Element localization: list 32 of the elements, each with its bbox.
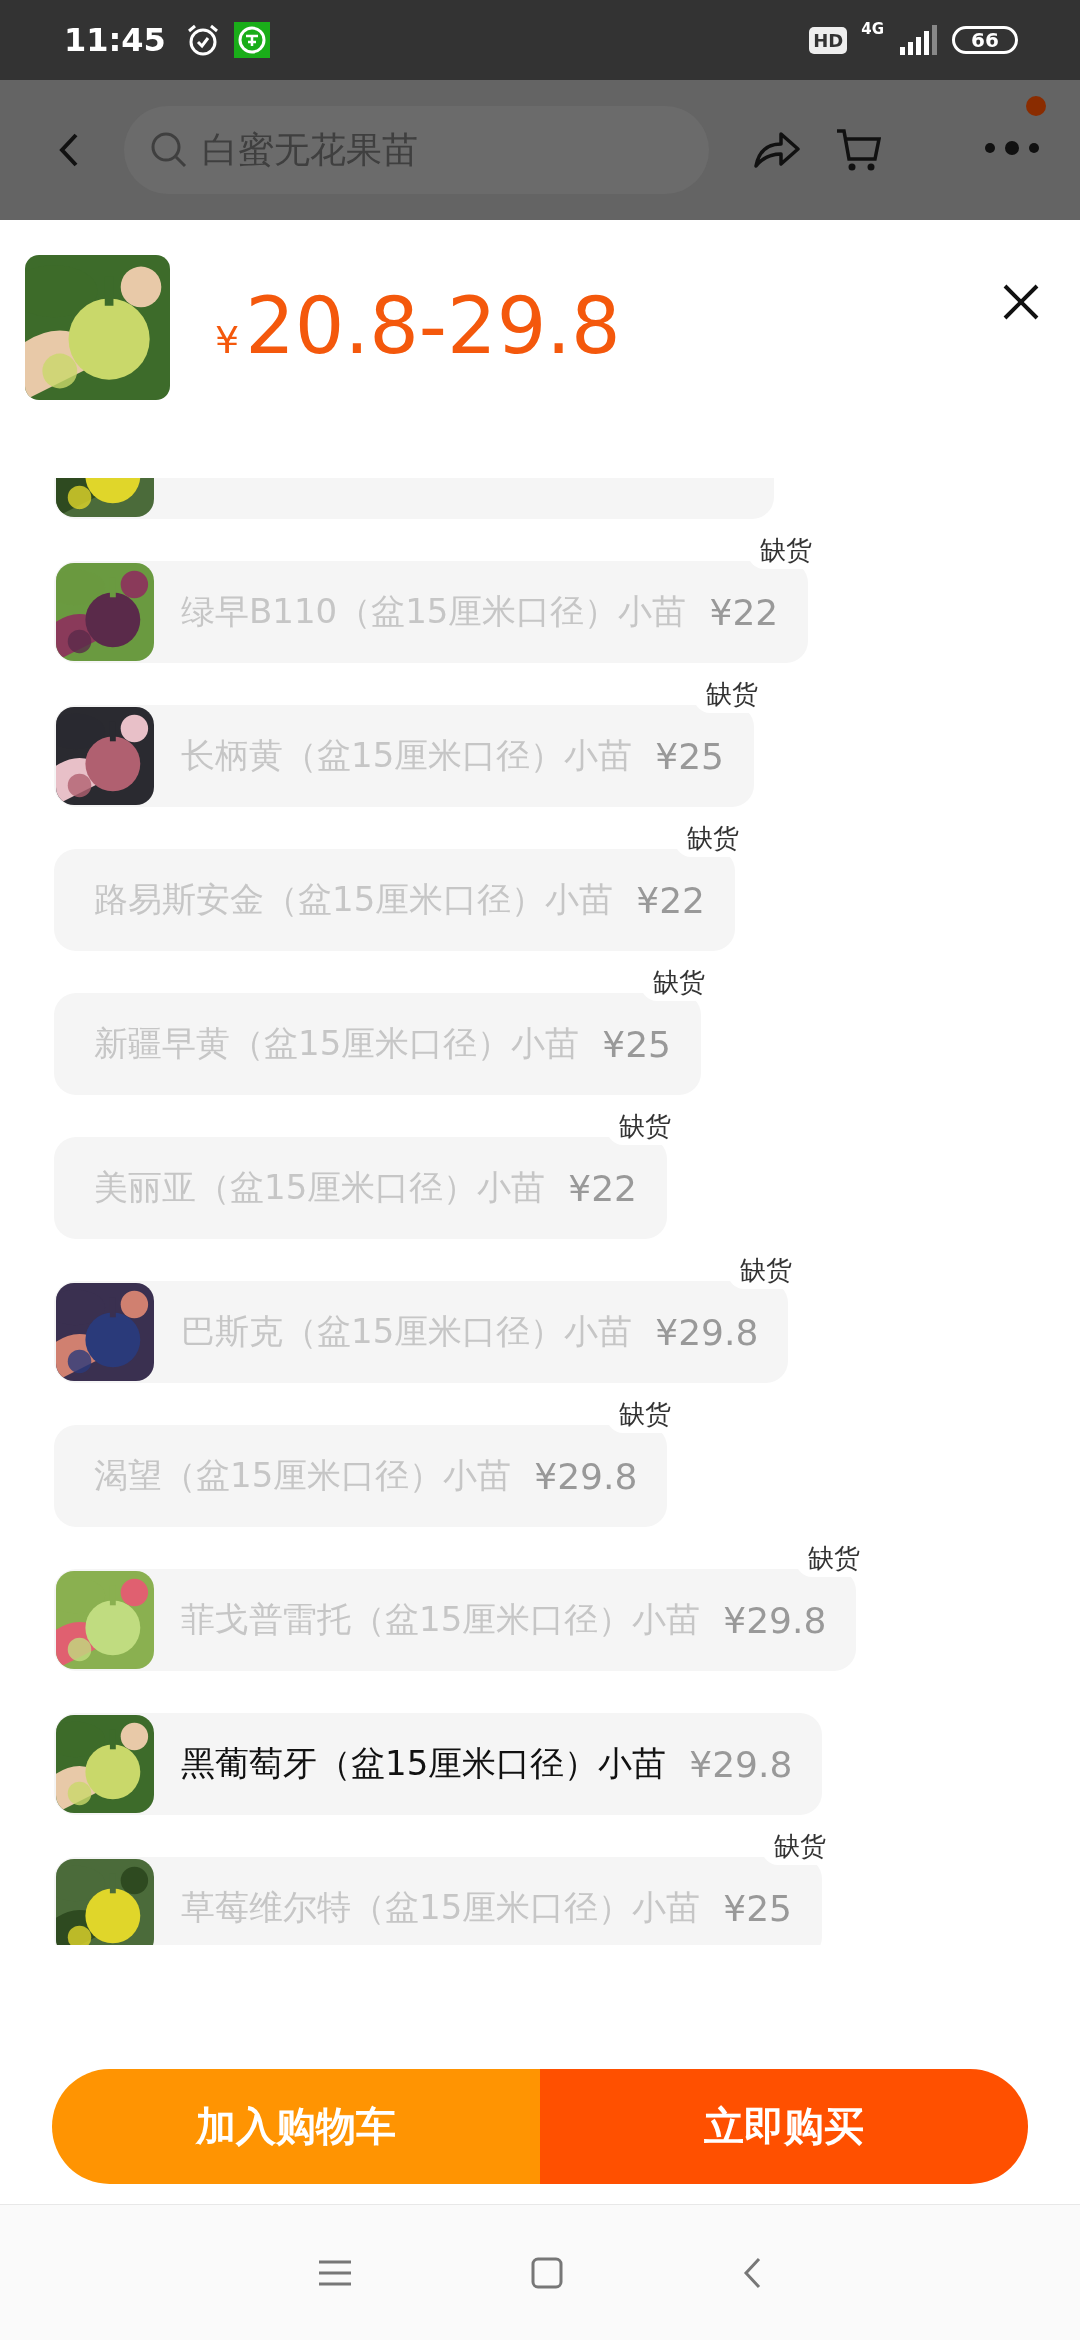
variant-price: ¥25	[723, 1887, 792, 1929]
add-to-cart-button[interactable]: 加入购物车	[52, 2069, 540, 2184]
variant-price: ¥29.8	[534, 1455, 638, 1497]
search-icon	[150, 131, 188, 169]
network-label: 4G	[861, 20, 884, 38]
alarm-icon	[185, 23, 220, 57]
variant-option[interactable]: 黑葡萄牙（盆15厘米口径）小苗 ¥29.8	[54, 1713, 823, 1815]
back-icon[interactable]	[743, 2256, 761, 2289]
back-icon[interactable]	[58, 132, 80, 168]
variant-price: ¥29.8	[655, 1311, 759, 1353]
variant-name: 黑葡萄牙（盆15厘米口径）小苗	[181, 1742, 667, 1785]
clock-time: 11:45	[64, 21, 166, 59]
cart-icon[interactable]	[835, 127, 881, 173]
more-icon[interactable]	[984, 140, 1040, 156]
variant-price: ¥22	[636, 879, 705, 921]
variant-price: ¥25	[655, 735, 724, 777]
close-icon[interactable]	[1002, 283, 1040, 321]
variant-price: ¥29.8	[723, 1599, 827, 1641]
signal-icon	[898, 25, 938, 55]
variant-price: ¥25	[602, 1023, 671, 1065]
hd-badge: HD	[809, 26, 848, 54]
home-icon[interactable]	[531, 2256, 563, 2289]
currency-symbol: ¥	[215, 318, 240, 362]
menu-icon[interactable]	[319, 2258, 351, 2287]
battery-indicator: 66	[952, 26, 1018, 54]
price-range: 20.8-29.8	[245, 281, 621, 371]
buy-now-button[interactable]: 立即购买	[540, 2069, 1028, 2184]
app-notification-icon	[233, 22, 270, 58]
variant-price: ¥22	[568, 1167, 637, 1209]
variant-price: ¥22	[709, 591, 779, 633]
share-icon[interactable]	[753, 130, 801, 170]
variant-price: ¥29.8	[689, 1743, 793, 1785]
